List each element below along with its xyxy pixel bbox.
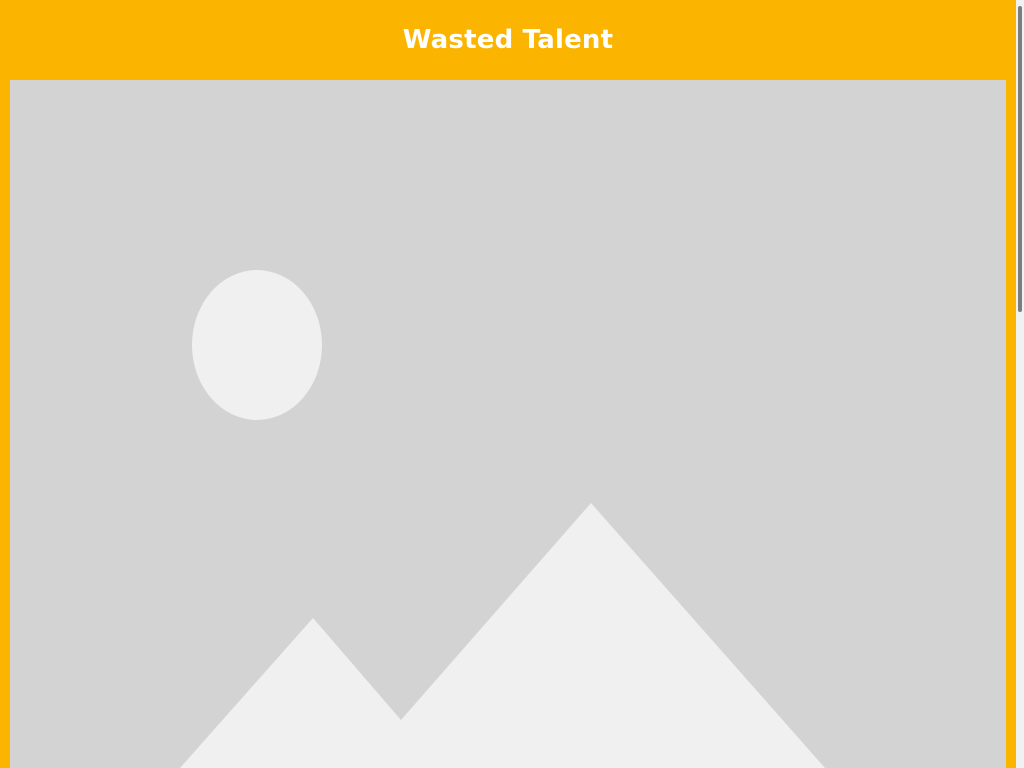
sun-icon bbox=[192, 270, 322, 420]
image-placeholder bbox=[10, 80, 1006, 768]
page: Wasted Talent bbox=[0, 0, 1016, 768]
image-placeholder-icon bbox=[10, 80, 1006, 768]
scrollbar-thumb[interactable] bbox=[1018, 6, 1022, 312]
header: Wasted Talent bbox=[0, 0, 1016, 80]
page-title: Wasted Talent bbox=[402, 25, 614, 55]
vertical-scrollbar[interactable] bbox=[1016, 0, 1024, 768]
